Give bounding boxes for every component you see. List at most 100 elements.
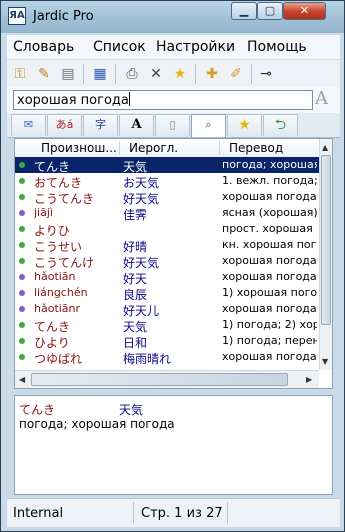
brush-icon[interactable]: ✎	[35, 65, 53, 83]
book-edit-icon[interactable]: ▤	[59, 65, 77, 83]
status-bar: Internal Стр. 1 из 27	[7, 498, 340, 527]
list-item-translation: 1) погода; 2) хор	[222, 318, 317, 331]
menu-list[interactable]: Список	[93, 39, 146, 55]
list-item[interactable]: てんき 天気 погода; хорошая	[15, 157, 319, 174]
list-item[interactable]: こうてんけ 好天気 хорошая погода	[15, 253, 319, 270]
column-header-kanji[interactable]: Иерогл.	[129, 141, 178, 155]
minimize-button[interactable]: ▁	[231, 2, 257, 20]
back-icon: ⮌	[274, 117, 287, 133]
list-item[interactable]: hǎotiānr 好天儿 хорошая погода	[15, 301, 319, 318]
list-item-translation: 1) хорошая погод	[222, 286, 317, 299]
results-list[interactable]: Произнош... Иерогл. Перевод てんき 天気 погода;…	[14, 138, 333, 389]
toolbar-separator	[83, 64, 84, 84]
tab-back[interactable]: ⮌	[263, 114, 298, 136]
text-cursor	[128, 92, 130, 106]
printer-icon[interactable]: ⎙	[123, 65, 141, 83]
column-header-translation[interactable]: Перевод	[229, 141, 283, 155]
dictionary-dot-icon	[19, 178, 25, 184]
tab-font[interactable]: A	[119, 114, 154, 136]
list-item-translation: хорошая погода	[222, 254, 317, 267]
status-divider	[133, 502, 134, 524]
note-add-icon[interactable]: ✚	[203, 65, 221, 83]
dictionary-dot-icon	[19, 162, 25, 168]
note-edit-icon[interactable]: ✐	[227, 65, 245, 83]
list-item-reading: つゆばれ	[34, 352, 83, 366]
search-book-icon: ⌕	[205, 118, 212, 131]
list-item[interactable]: hǎotiān 好天 хорошая погода	[15, 269, 319, 286]
font-size-icon[interactable]: A	[315, 88, 328, 109]
star-icon: ★	[238, 117, 251, 133]
list-item-translation: погода; хорошая	[222, 158, 317, 171]
list-item[interactable]: ひより 日和 1) погода; перен	[15, 333, 319, 350]
page-icon: ▯	[169, 118, 176, 131]
tab-search-book[interactable]: ⌕	[191, 114, 226, 137]
list-item-translation: 1) погода; перен	[222, 334, 317, 347]
horizontal-scrollbar[interactable]: ◀ ▶	[15, 370, 319, 388]
list-item[interactable]: おてんきお天気1. вежл. погода; х	[15, 173, 319, 190]
search-row: хорошая погода A	[7, 87, 340, 113]
column-divider[interactable]	[119, 141, 120, 155]
list-item[interactable]: liángchén 良辰 1) хорошая погод	[15, 285, 319, 302]
scroll-up-arrow[interactable]: ▲	[322, 143, 328, 152]
tab-kanji[interactable]: 字	[83, 114, 118, 136]
list-item-translation: хорошая погода	[222, 190, 317, 203]
dictionary-dot-icon	[19, 274, 25, 280]
list-header: Произнош... Иерогл. Перевод	[15, 139, 319, 158]
status-source: Internal	[13, 506, 64, 521]
menu-settings[interactable]: Настройки	[156, 39, 235, 55]
toolbar-separator	[195, 64, 196, 84]
column-header-reading[interactable]: Произнош...	[41, 141, 117, 155]
dictionary-dot-icon	[19, 354, 25, 360]
status-divider	[227, 502, 228, 524]
scroll-down-arrow[interactable]: ▼	[322, 357, 328, 366]
dictionary-dot-icon	[19, 306, 25, 312]
title-bar[interactable]: ЯA Jardic Pro ▁ ▢ ✕	[1, 1, 344, 33]
vertical-scroll-thumb[interactable]	[321, 155, 331, 325]
dictionary-dot-icon	[19, 210, 25, 216]
status-page: Стр. 1 из 27	[141, 506, 223, 521]
star-icon[interactable]: ★	[171, 65, 189, 83]
dictionary-dot-icon	[19, 242, 25, 248]
scroll-right-arrow[interactable]: ▶	[306, 375, 312, 384]
view-tabs: ✉ あá 字 A ▯ ⌕ ★ ⮌	[7, 113, 340, 138]
kana-icon: あá	[55, 118, 74, 131]
list-item-reading: hǎotiānr	[34, 302, 81, 315]
list-item-translation: ясная (хорошая)	[222, 206, 317, 219]
detail-reading: てんき	[19, 403, 56, 417]
maximize-button[interactable]: ▢	[257, 2, 283, 20]
list-item[interactable]: こうてんき 好天気 хорошая погода	[15, 189, 319, 206]
books-icon[interactable]: ▦	[91, 65, 109, 83]
kanji-icon: 字	[95, 118, 106, 131]
pin-icon[interactable]: ⊸	[257, 65, 275, 83]
scroll-left-arrow[interactable]: ◀	[19, 375, 25, 384]
list-item-reading: hǎotiān	[34, 270, 76, 283]
tab-favorites[interactable]: ★	[227, 114, 262, 136]
column-divider[interactable]	[219, 141, 220, 155]
toolbar-separator	[115, 64, 116, 84]
close-button[interactable]: ✕	[283, 2, 326, 20]
search-input[interactable]: хорошая погода	[13, 90, 313, 110]
detail-kanji: 天気	[119, 403, 144, 417]
toolbar: ⚿ ✎ ▤ ▦ ⎙ ✕ ★ ✚ ✐ ⊸	[7, 59, 340, 89]
menu-dictionary[interactable]: Словарь	[13, 39, 74, 55]
list-item-translation: хорошая погода	[222, 270, 317, 283]
vertical-scrollbar[interactable]: ▲ ▼	[319, 139, 332, 370]
tab-speech[interactable]: ✉	[11, 114, 46, 136]
tab-kana[interactable]: あá	[47, 114, 82, 136]
list-item[interactable]: てんき 天気 1) погода; 2) хор	[15, 317, 319, 334]
key-icon[interactable]: ⚿	[11, 65, 29, 83]
list-item[interactable]: こうせい 好晴 кн. хорошая пого	[15, 237, 319, 254]
tab-page[interactable]: ▯	[155, 114, 190, 136]
horizontal-scroll-thumb[interactable]	[31, 373, 288, 386]
entry-detail-pane[interactable]: てんき 天気 погода; хорошая погода	[14, 395, 333, 495]
delete-icon[interactable]: ✕	[147, 65, 165, 83]
dictionary-dot-icon	[19, 322, 25, 328]
app-logo-icon: ЯA	[8, 7, 26, 25]
dictionary-dot-icon	[19, 258, 25, 264]
list-item[interactable]: jiājì 佳霁 ясная (хорошая)	[15, 205, 319, 222]
list-item[interactable]: つゆばれ 梅雨晴れ хорошая погода	[15, 349, 319, 366]
dictionary-dot-icon	[19, 194, 25, 200]
menu-help[interactable]: Помощь	[247, 39, 307, 55]
list-item[interactable]: よりひ прост. хорошая	[15, 221, 319, 238]
speech-icon: ✉	[23, 118, 34, 131]
